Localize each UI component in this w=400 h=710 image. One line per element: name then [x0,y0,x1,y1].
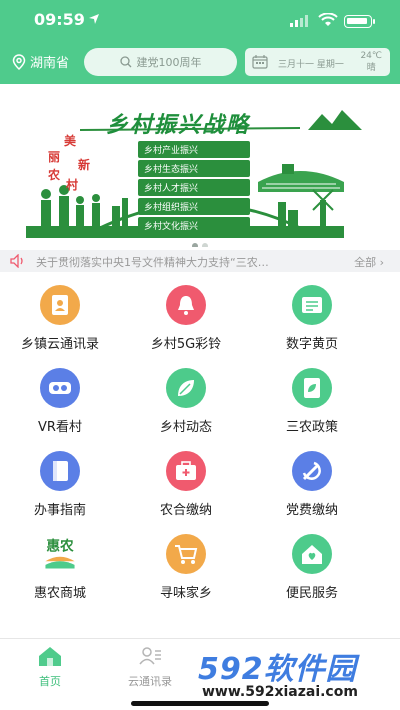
contacts-icon [40,285,80,325]
status-bar: 09:59 [0,8,400,32]
tab-home-label: 首页 [39,675,61,688]
svg-text:惠农: 惠农 [46,537,74,554]
banner-slogan: 乡村人才振兴 [138,179,250,196]
banner-mei-char: 农 [48,168,61,182]
watermark-url: www.592xiazai.com [202,684,358,700]
grid-item[interactable]: 数字黄页 [252,280,372,360]
top-bar: 湖南省 建党100周年 三月十一 星期一 24℃ 晴 [0,46,400,78]
region-label: 湖南省 [30,56,70,71]
location-pin-icon [12,53,26,70]
status-time: 09:59 [34,10,85,29]
date-label: 三月十一 星期一 [278,60,344,70]
yellow-pages-icon [292,285,332,325]
grid-item-label: VR看村 [38,420,82,435]
grid-item-label: 三农政策 [285,420,338,435]
grid-item-label: 惠农商城 [33,586,86,601]
home-icon [39,647,61,666]
grid-item[interactable]: 寻味家乡 [126,529,246,609]
grid-item-label: 党费缴纳 [285,503,338,518]
search-placeholder: 建党100周年 [136,56,202,69]
notice-all-label: 全部 [354,256,377,269]
grid-item-label: 乡村5G彩铃 [150,337,222,352]
banner-slogan: 乡村文化振兴 [138,217,250,234]
tab-contacts[interactable]: 云通讯录 [105,645,195,689]
grid-item[interactable]: 办事指南 [0,446,120,526]
party-emblem-icon [292,451,332,491]
notice-text[interactable]: 关于贯彻落实中央1号文件精神大力支持“三农… [36,254,296,270]
watermark-logo: 592软件园 [198,652,357,687]
contacts-tab-icon [139,647,161,665]
huinong-logo: 惠农 [40,534,80,574]
grid-item-label: 农合缴纳 [159,503,212,518]
grid-item-label: 办事指南 [33,503,86,518]
battery-icon [344,15,375,28]
banner-slogan: 乡村生态振兴 [138,160,250,177]
tab-contacts-label: 云通讯录 [128,675,172,688]
banner-carousel[interactable]: 乡村振兴战略 美 丽 新 农 村 乡村产业振兴 乡村生态振兴 乡村人才振兴 乡村… [0,84,400,247]
carousel-dots [0,234,400,247]
banner-slogan: 乡村产业振兴 [138,141,250,158]
watermark: 592软件园 www.592xiazai.com [196,638,400,710]
search-box[interactable]: 建党100周年 [84,48,237,76]
grid-item-label: 便民服务 [285,586,338,601]
tab-home[interactable]: 首页 [5,645,95,689]
region-selector[interactable]: 湖南省 [12,52,69,71]
home-indicator [131,701,269,706]
cart-icon [166,534,206,574]
carousel-dot-active[interactable] [192,243,198,247]
grid-item[interactable]: 乡镇云通讯录 [0,280,120,360]
grid-item[interactable]: 便民服务 [252,529,372,609]
grid-item[interactable]: 农合缴纳 [126,446,246,526]
location-arrow-icon [89,14,99,24]
grid-item-label: 寻味家乡 [159,586,212,601]
leaf-icon [166,368,206,408]
notice-all-link[interactable]: 全部 › [354,254,384,270]
header: 09:59 湖南省 建党100周年 三月十一 星期一 24℃ 晴 [0,0,400,84]
grid-item-label: 乡镇云通讯录 [20,337,99,352]
policy-icon [292,368,332,408]
banner-mei-char: 丽 [48,150,61,164]
book-icon [40,451,80,491]
grid-item[interactable]: 三农政策 [252,363,372,443]
banner-slogans: 乡村产业振兴 乡村生态振兴 乡村人才振兴 乡村组织振兴 乡村文化振兴 [138,141,250,236]
house-heart-icon [292,534,332,574]
calendar-icon [252,55,268,69]
grid-item[interactable]: 乡村动态 [126,363,246,443]
search-icon [119,56,131,68]
banner-mei-char: 村 [66,178,79,192]
grid-item[interactable]: 乡村5G彩铃 [126,280,246,360]
banner-mei-char: 美 [64,134,77,148]
signal-icon [290,15,308,27]
date-weather-widget[interactable]: 三月十一 星期一 24℃ 晴 [245,48,390,76]
grid-item-label: 数字黄页 [285,337,338,352]
medical-kit-icon [166,451,206,491]
weather-info: 24℃ 晴 [360,50,382,74]
banner-mei-char: 新 [78,158,91,172]
banner-slogan: 乡村组织振兴 [138,198,250,215]
grid-item[interactable]: 惠农 惠农商城 [0,529,120,609]
grid-item[interactable]: VR看村 [0,363,120,443]
bell-icon [166,285,206,325]
banner-title: 乡村振兴战略 [106,112,251,138]
carousel-dot[interactable] [202,243,208,247]
grid-item-label: 乡村动态 [159,420,212,435]
grid-item[interactable]: 党费缴纳 [252,446,372,526]
speaker-icon [10,254,23,268]
weather-label: 晴 [366,63,376,73]
wifi-icon [318,13,338,26]
temperature-label: 24℃ [360,51,382,61]
vr-glasses-icon [40,368,80,408]
notice-bar[interactable]: 关于贯彻落实中央1号文件精神大力支持“三农… 全部 › [0,250,400,272]
